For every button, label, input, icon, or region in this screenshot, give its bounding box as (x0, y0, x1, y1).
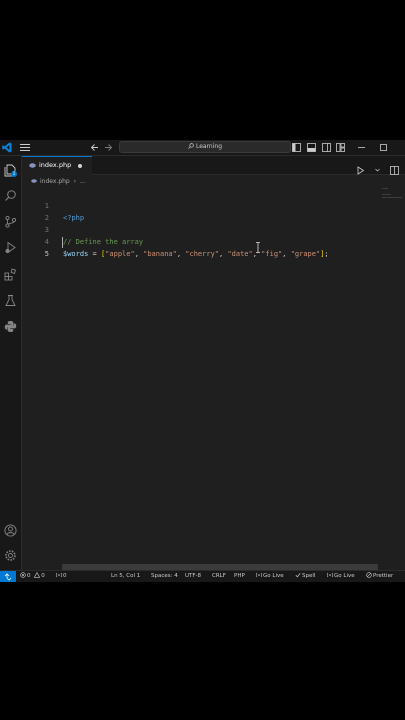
line-number: 5 (44, 250, 49, 258)
line-code: $words = ["apple", "banana", "cherry", "… (63, 248, 329, 260)
search-icon[interactable] (4, 189, 17, 202)
forward-arrow-icon[interactable] (104, 143, 113, 152)
command-center-label: Learning (195, 143, 223, 150)
command-center-search[interactable]: Learning (119, 141, 291, 153)
editor-actions (351, 160, 399, 179)
remote-indicator[interactable] (0, 571, 16, 582)
maximize-window-icon[interactable] (379, 143, 388, 152)
toggle-primary-sidebar-icon[interactable] (292, 143, 301, 152)
title-bar: Learning (0, 140, 405, 156)
eol-status[interactable]: CRLF (212, 571, 226, 582)
code-operator: ; (324, 250, 329, 258)
toggle-panel-icon[interactable] (307, 143, 316, 152)
source-control-icon[interactable] (4, 215, 17, 228)
editor-tab-bar: index.php (22, 156, 405, 175)
toggle-secondary-sidebar-icon[interactable] (322, 143, 331, 152)
search-icon (188, 143, 194, 149)
breadcrumb-file[interactable]: index.php (40, 178, 70, 185)
tab-label: index.php (39, 161, 72, 169)
problems-status[interactable]: 0 0 (20, 571, 45, 582)
customize-layout-icon[interactable] (336, 143, 345, 152)
check-icon (295, 572, 301, 578)
code-string: "apple" (105, 250, 135, 258)
status-bar: 0 0 0 Ln 5, Col 1 Spaces: 4 UTF-8 CRLF P… (0, 570, 405, 582)
go-live-label-1: Go Live (263, 573, 284, 579)
prettier-disabled-icon (366, 572, 372, 578)
warning-icon (34, 571, 41, 578)
spell-status[interactable]: Spell (295, 571, 315, 582)
minimize-window-icon[interactable] (357, 143, 366, 152)
breadcrumb-more[interactable]: ... (80, 178, 86, 185)
code-string: "cherry" (185, 250, 219, 258)
ports-count: 0 (63, 573, 67, 579)
run-and-debug-icon[interactable] (4, 241, 17, 254)
ports-antenna-icon (55, 572, 63, 578)
code-line: 1 <?php (22, 188, 405, 222)
breadcrumb-separator: › (73, 178, 77, 185)
language-mode-status[interactable]: PHP (234, 571, 245, 582)
code-editor[interactable]: 1 <?php 2 3 // Define the array 4 $words… (22, 188, 405, 570)
minimap[interactable] (382, 188, 402, 208)
ports-status[interactable]: 0 (55, 571, 67, 582)
code-line: 4 $words = ["apple", "banana", "cherry",… (22, 224, 405, 258)
code-string: "grape" (290, 250, 321, 258)
remote-connection-icon (4, 573, 12, 581)
go-live-label-2: Go Live (334, 573, 355, 579)
hamburger-menu-icon[interactable] (20, 143, 30, 152)
chevron-down-icon[interactable] (375, 166, 380, 175)
code-line: 3 // Define the array (22, 212, 405, 246)
testing-flask-icon[interactable] (4, 294, 17, 307)
code-variable: $words (63, 250, 89, 258)
vscode-window: Learning 1 index.php index.php › ... 1 <… (0, 140, 405, 582)
code-string: "fig" (261, 250, 283, 258)
php-file-icon (29, 163, 36, 168)
prettier-label: Prettier (373, 573, 394, 579)
python-icon[interactable] (4, 320, 17, 333)
activity-bar: 1 (0, 156, 22, 570)
code-string: "banana" (143, 250, 177, 258)
explorer-badge: 1 (11, 171, 17, 177)
warnings-count: 0 (41, 573, 45, 579)
cursor-position-status[interactable]: Ln 5, Col 1 (111, 571, 140, 582)
settings-gear-icon[interactable] (4, 549, 17, 562)
broadcast-icon (326, 572, 334, 578)
code-string: "date" (227, 250, 253, 258)
errors-count: 0 (27, 573, 31, 579)
prettier-status[interactable]: Prettier (366, 571, 393, 582)
unsaved-changes-dot-icon[interactable] (78, 164, 82, 168)
run-file-icon[interactable] (356, 166, 365, 175)
encoding-status[interactable]: UTF-8 (185, 571, 201, 582)
accounts-icon[interactable] (4, 524, 17, 537)
broadcast-icon (255, 572, 263, 578)
php-file-icon (31, 179, 37, 183)
indentation-status[interactable]: Spaces: 4 (151, 571, 178, 582)
text-cursor (62, 237, 63, 248)
error-icon (20, 572, 26, 578)
back-arrow-icon[interactable] (90, 143, 99, 152)
tab-index-php[interactable]: index.php (22, 156, 92, 175)
go-live-status-2[interactable]: Go Live (326, 571, 355, 582)
vscode-logo-icon (2, 142, 12, 153)
code-line: 2 (22, 200, 405, 222)
breadcrumb: index.php › ... (22, 176, 86, 188)
spell-label: Spell (302, 573, 316, 579)
code-line: 5 (22, 236, 405, 258)
mouse-ibeam-cursor-icon (256, 242, 260, 253)
go-live-status-1[interactable]: Go Live (255, 571, 284, 582)
extensions-icon[interactable] (4, 268, 17, 281)
split-editor-icon[interactable] (390, 166, 399, 175)
